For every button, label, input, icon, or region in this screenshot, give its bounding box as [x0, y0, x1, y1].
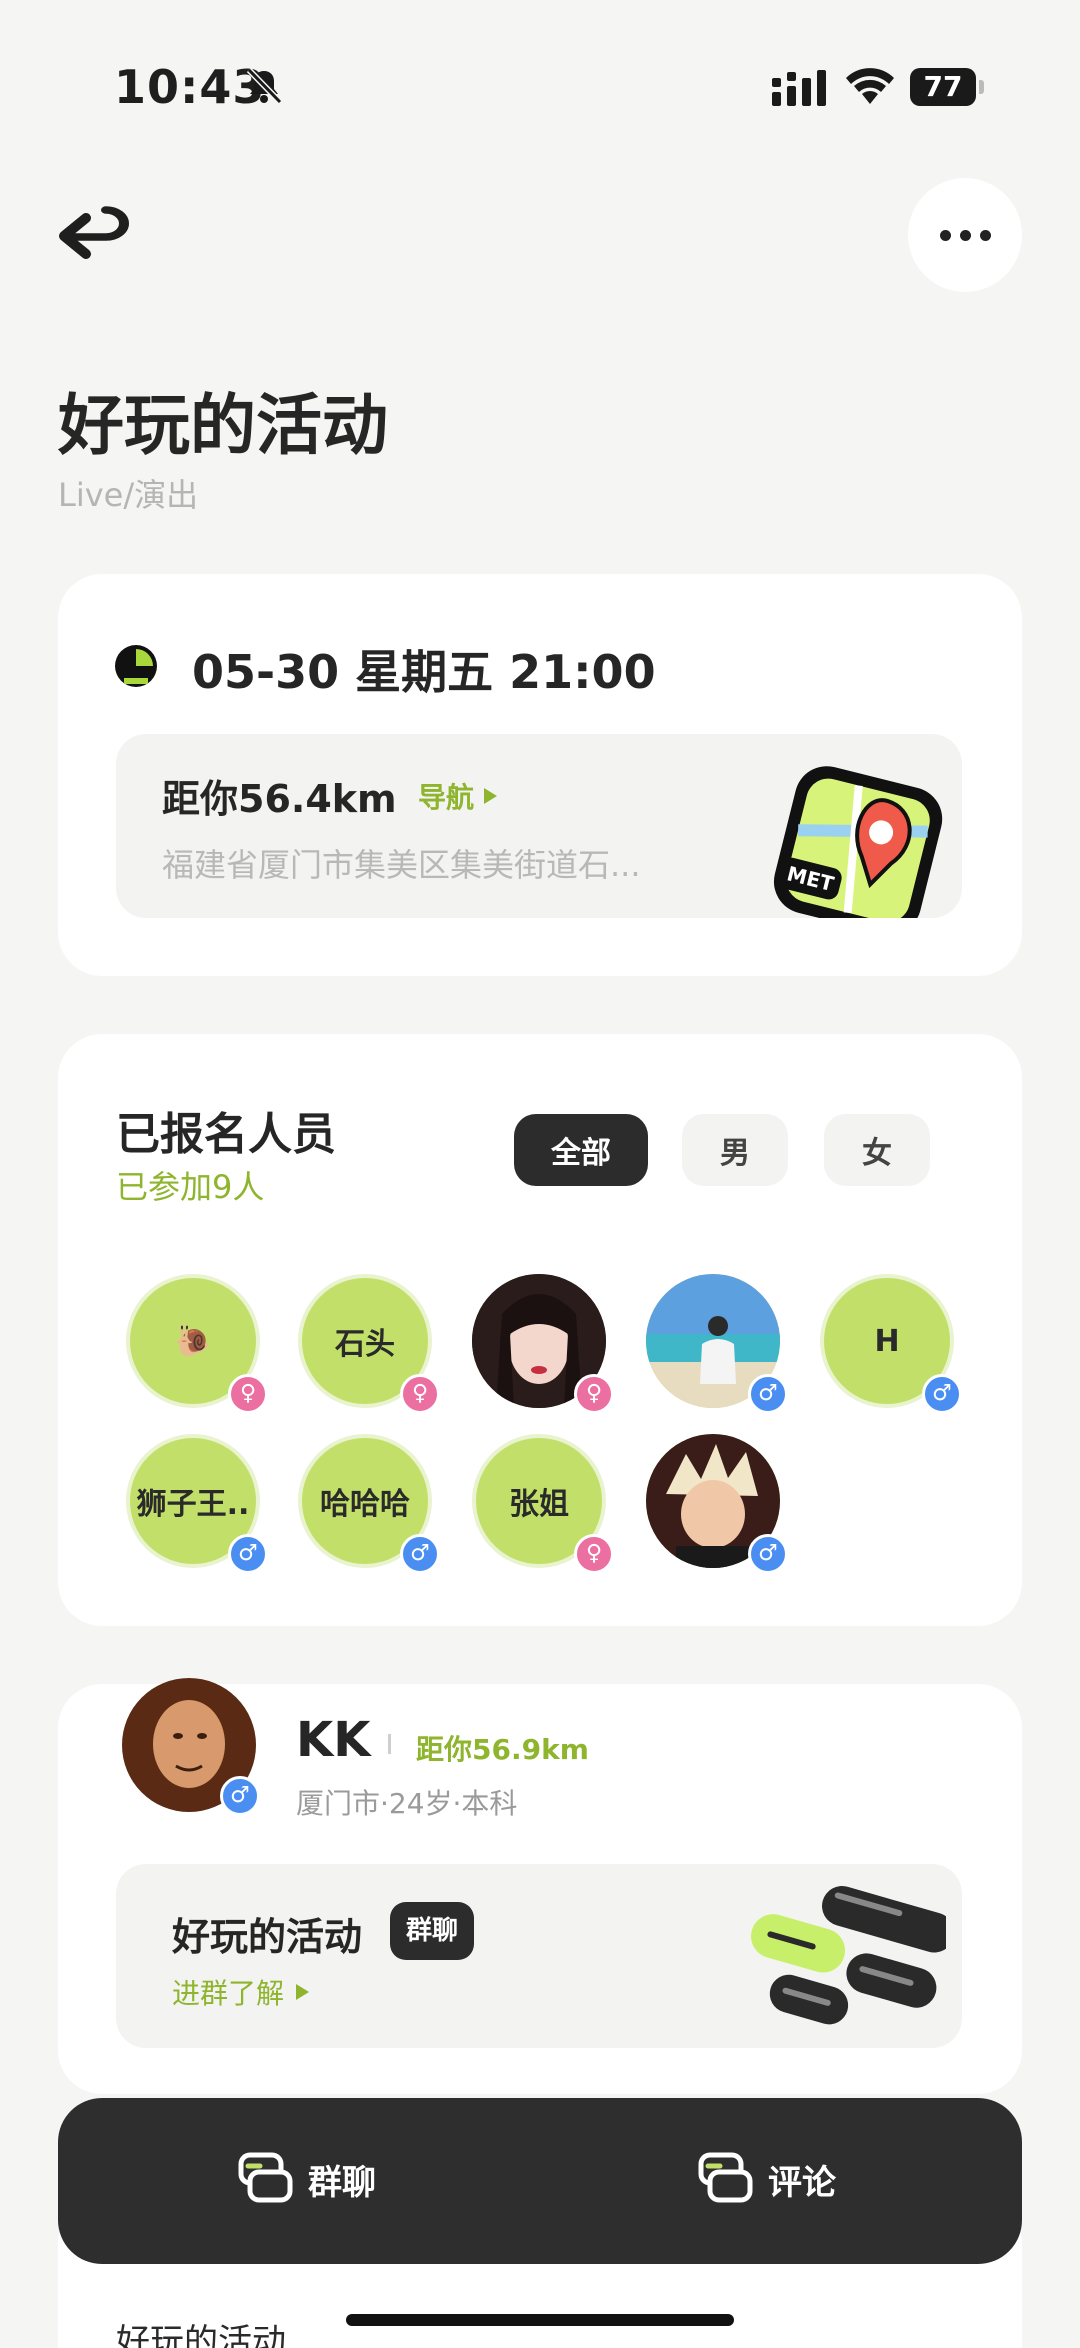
bell-muted-icon — [246, 67, 283, 105]
bottom-action-bar: 群聊 评论 — [58, 2098, 1022, 2264]
more-dots-icon — [939, 229, 951, 241]
filter-male[interactable]: 男 — [682, 1114, 788, 1186]
attendees-title: 已报名人员 — [116, 1109, 336, 1160]
organizer-name: KK — [296, 1712, 371, 1768]
divider — [388, 1734, 391, 1754]
battery-level: 77 — [910, 68, 976, 106]
group-name: 好玩的活动 — [172, 1915, 363, 1959]
wifi-icon — [846, 68, 894, 104]
group-chat-box[interactable]: 好玩的活动 群聊 进群了解 — [116, 1864, 962, 2048]
play-arrow-icon — [484, 788, 498, 804]
navigate-label: 导航 — [418, 781, 475, 814]
male-icon: ♂ — [922, 1374, 962, 1414]
female-icon: ♀ — [400, 1374, 440, 1414]
female-icon: ♀ — [574, 1374, 614, 1414]
home-indicator — [346, 2314, 734, 2326]
male-icon: ♂ — [748, 1534, 788, 1574]
male-icon: ♂ — [228, 1534, 268, 1574]
battery-icon: 77 — [910, 68, 984, 106]
attendee-label: H — [874, 1323, 900, 1359]
description-title: 好玩的活动 — [116, 2322, 286, 2348]
attendee-label: 哈哈哈 — [320, 1487, 410, 1522]
group-chat-label: 群聊 — [308, 2162, 376, 2203]
map-pin-icon: MET — [773, 766, 943, 918]
navigate-link[interactable]: 导航 — [418, 776, 498, 816]
event-datetime: 05-30 星期五 21:00 — [192, 645, 656, 699]
attendee-label: 石头 — [335, 1327, 395, 1362]
play-arrow-icon — [296, 1984, 310, 2000]
attendee-label: 🐌 — [174, 1323, 212, 1359]
chat-icon — [238, 2152, 293, 2203]
female-icon: ♀ — [228, 1374, 268, 1414]
attendee-label: 狮子王.. — [136, 1487, 250, 1522]
join-group-label: 进群了解 — [172, 1977, 285, 2010]
status-bar: 10:43 77 — [0, 0, 1080, 170]
filter-all[interactable]: 全部 — [514, 1114, 648, 1186]
group-tag: 群聊 — [390, 1902, 475, 1960]
more-options-button[interactable] — [908, 178, 1022, 292]
back-arrow-icon — [59, 206, 129, 259]
attendees-count: 已参加9人 — [116, 1168, 265, 1206]
join-group-link[interactable]: 进群了解 — [172, 1972, 310, 2012]
comment-label: 评论 — [768, 2162, 836, 2203]
organizer-info: 厦门市·24岁·本科 — [296, 1787, 518, 1820]
attendees-card: 已报名人员 已参加9人 全部 男 女 🐌 ♀ 石头 ♀ ♀ ♂ H ♂ 狮子王.… — [58, 1034, 1022, 1626]
attendee-label: 张姐 — [509, 1487, 569, 1522]
male-icon: ♂ — [220, 1776, 260, 1816]
event-distance: 距你56.4km — [162, 777, 397, 821]
organizer-distance: 距你56.9km — [416, 1733, 589, 1766]
male-icon: ♂ — [400, 1534, 440, 1574]
cellular-signal-icon — [772, 70, 826, 106]
female-icon: ♀ — [574, 1534, 614, 1574]
organizer-card: ♂ KK 距你56.9km 厦门市·24岁·本科 好玩的活动 群聊 进群了解 — [58, 1678, 1022, 2094]
group-chat-button[interactable]: 群聊 — [238, 2152, 376, 2206]
status-time: 10:43 — [114, 60, 266, 114]
comment-icon — [698, 2152, 753, 2203]
clock-icon — [115, 645, 157, 687]
filter-female[interactable]: 女 — [824, 1114, 930, 1186]
male-icon: ♂ — [748, 1374, 788, 1414]
event-address: 福建省厦门市集美区集美街道石... — [162, 846, 641, 884]
page-category: Live/演出 — [58, 476, 199, 514]
comment-button[interactable]: 评论 — [698, 2152, 836, 2206]
location-box[interactable]: 距你56.4km 导航 福建省厦门市集美区集美街道石... MET — [116, 734, 962, 918]
chat-bubbles-icon — [751, 1886, 946, 2025]
event-info-card: 05-30 星期五 21:00 距你56.4km 导航 福建省厦门市集美区集美街… — [58, 574, 1022, 976]
page-title: 好玩的活动 — [58, 387, 388, 464]
back-button[interactable] — [56, 200, 136, 272]
